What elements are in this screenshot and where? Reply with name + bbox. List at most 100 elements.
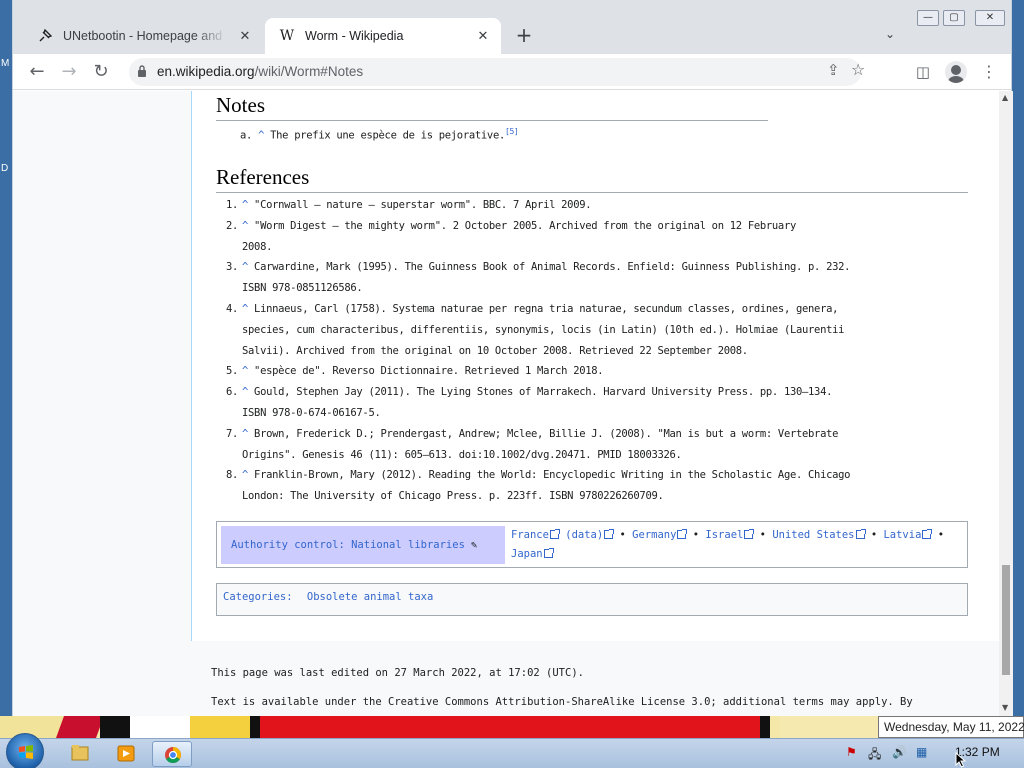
reference-text[interactable]: 2008. [242, 241, 272, 253]
reference-line: London: The University of Chicago Press.… [216, 486, 976, 507]
reference-text[interactable]: "Worm Digest – the mighty worm". 2 Octob… [254, 220, 796, 232]
back-button[interactable]: ← [25, 60, 49, 84]
category-link[interactable]: Obsolete animal taxa [307, 591, 433, 603]
close-window-button[interactable]: ✕ [975, 10, 1005, 26]
reference-backlink[interactable]: ^ [242, 303, 254, 315]
show-windows-icon[interactable]: ▦ [916, 745, 927, 759]
authority-link[interactable]: Israel [705, 529, 743, 541]
pin-icon [37, 28, 53, 44]
page-viewport: Notes a. ^ The prefix une espèce de is p… [13, 91, 999, 716]
browser-toolbar: ← → ↻ en.wikipedia.org/wiki/Worm#Notes ⇪… [13, 54, 1011, 90]
reference-text[interactable]: Carwardine, Mark (1995). The Guinness Bo… [254, 261, 850, 273]
media-player-taskbar-button[interactable] [106, 741, 146, 767]
tab-unetbootin[interactable]: UNetbootin - Homepage and Do ✕ [23, 18, 263, 54]
chrome-taskbar-button[interactable] [152, 741, 192, 767]
explorer-taskbar-button[interactable] [60, 741, 100, 767]
side-panel-icon[interactable]: ◫ [911, 60, 935, 84]
bookmark-star-icon[interactable]: ☆ [851, 60, 865, 79]
authority-link[interactable]: Germany [632, 529, 676, 541]
page-scrollbar[interactable]: ▲ ▼ [999, 91, 1013, 716]
reference-line: Origins". Genesis 46 (11): 605–613. doi:… [216, 445, 976, 466]
media-player-icon [117, 745, 135, 762]
scroll-up-arrow-icon[interactable]: ▲ [1002, 93, 1008, 102]
close-tab-icon[interactable]: ✕ [237, 28, 253, 44]
tab-title: UNetbootin - Homepage and Do [63, 29, 227, 43]
address-bar[interactable]: en.wikipedia.org/wiki/Worm#Notes ⇪ ☆ [129, 58, 865, 86]
authority-link[interactable]: United States [772, 529, 854, 541]
reference-text[interactable]: ISBN 978-0-674-06167-5. [242, 407, 381, 419]
reload-button[interactable]: ↻ [89, 60, 113, 84]
reference-line: 1. ^ "Cornwall – nature – superstar worm"… [216, 195, 976, 216]
reference-backlink[interactable]: ^ [242, 261, 254, 273]
windows-taskbar: ⚑ 🖧 🔊 ▦ 1:32 PM [0, 733, 1024, 768]
reference-backlink[interactable]: ^ [242, 428, 254, 440]
scroll-down-arrow-icon[interactable]: ▼ [1002, 703, 1008, 712]
note-backlink[interactable]: ^ [258, 130, 264, 142]
list-separator: • [613, 529, 633, 541]
reference-line: ISBN 978-0-674-06167-5. [216, 403, 976, 424]
list-separator: • [753, 529, 773, 541]
tab-search-chevron-icon[interactable]: ⌄ [885, 27, 895, 41]
reference-text[interactable]: Franklin-Brown, Mary (2012). Reading the… [254, 469, 850, 481]
authority-link[interactable]: (data) [565, 529, 603, 541]
authority-control-navbox: Authority control: National libraries ✎ F… [216, 521, 968, 568]
edit-pencil-icon[interactable]: ✎ [471, 539, 477, 551]
windows-logo-icon [19, 745, 33, 759]
start-button[interactable] [6, 733, 44, 768]
tab-wikipedia[interactable]: W Worm - Wikipedia ✕ [265, 18, 501, 54]
external-link-icon [677, 529, 688, 539]
reference-text[interactable]: ISBN 978-0851126586. [242, 282, 363, 294]
browser-window: UNetbootin - Homepage and Do ✕ W Worm - … [12, 0, 1013, 716]
volume-icon[interactable]: 🔊 [892, 745, 907, 759]
minimize-button[interactable]: — [917, 10, 939, 26]
reference-text[interactable]: Salvii). Archived from the original on 1… [242, 345, 748, 357]
profile-avatar[interactable] [945, 61, 967, 83]
menu-kebab-icon[interactable]: ⋮ [977, 60, 1001, 84]
authority-link[interactable]: France [511, 529, 549, 541]
reference-line: 8. ^ Franklin-Brown, Mary (2012). Reading… [216, 465, 976, 486]
forward-button[interactable]: → [57, 60, 81, 84]
reference-line: species, cum characteribus, differentiis… [216, 320, 976, 341]
external-link-icon [855, 529, 866, 539]
note-citation[interactable]: [5] [505, 127, 519, 136]
authority-link[interactable]: Latvia [883, 529, 921, 541]
mouse-cursor-icon [955, 752, 967, 768]
new-tab-button[interactable]: + [513, 25, 535, 47]
reference-text[interactable]: Origins". Genesis 46 (11): 605–613. doi:… [242, 449, 682, 461]
reference-line: 2008. [216, 237, 976, 258]
reference-backlink[interactable]: ^ [242, 199, 254, 211]
reference-text[interactable]: species, cum characteribus, differentiis… [242, 324, 844, 336]
external-link-icon [549, 529, 560, 539]
reference-line: 2. ^ "Worm Digest – the mighty worm". 2 O… [216, 216, 976, 237]
lock-icon [138, 65, 146, 77]
authority-link[interactable]: Japan [511, 548, 543, 560]
reference-backlink[interactable]: ^ [242, 365, 254, 377]
reference-text[interactable]: Brown, Frederick D.; Prendergast, Andrew… [254, 428, 838, 440]
maximize-button[interactable]: ▢ [943, 10, 965, 26]
reference-text[interactable]: London: The University of Chicago Press.… [242, 490, 664, 502]
article-content: Notes a. ^ The prefix une espèce de is p… [191, 91, 999, 641]
reference-backlink[interactable]: ^ [242, 469, 254, 481]
scrollbar-thumb[interactable] [1002, 565, 1010, 675]
share-icon[interactable]: ⇪ [827, 61, 840, 79]
reference-line: Salvii). Archived from the original on 1… [216, 341, 976, 362]
reference-text[interactable]: "espèce de". Reverso Dictionnaire. Retri… [254, 365, 604, 377]
reference-line: 7. ^ Brown, Frederick D.; Prendergast, An… [216, 424, 976, 445]
url-text[interactable]: en.wikipedia.org/wiki/Worm#Notes [157, 64, 363, 79]
note-marker: a. [240, 129, 253, 142]
date-tooltip: Wednesday, May 11, 2022 [878, 716, 1024, 738]
reference-backlink[interactable]: ^ [242, 386, 254, 398]
note-item: a. ^ The prefix une espèce de is pejorat… [240, 121, 519, 147]
reference-text[interactable]: Linnaeus, Carl (1758). Systema naturae p… [254, 303, 838, 315]
close-tab-icon[interactable]: ✕ [475, 28, 491, 44]
desktop-background: M D [0, 0, 12, 716]
reference-backlink[interactable]: ^ [242, 220, 254, 232]
reference-text[interactable]: "Cornwall – nature – superstar worm". BB… [254, 199, 592, 211]
authority-control-title[interactable]: Authority control: National libraries ✎ [221, 526, 505, 564]
action-center-flag-icon[interactable]: ⚑ [846, 745, 857, 759]
categories-label-link[interactable]: Categories: [223, 591, 293, 603]
footer-last-edited: This page was last edited on 27 March 20… [211, 667, 584, 679]
reference-text[interactable]: Gould, Stephen Jay (2011). The Lying Sto… [254, 386, 832, 398]
network-icon[interactable]: 🖧 [868, 745, 881, 766]
list-separator: • [931, 529, 945, 541]
